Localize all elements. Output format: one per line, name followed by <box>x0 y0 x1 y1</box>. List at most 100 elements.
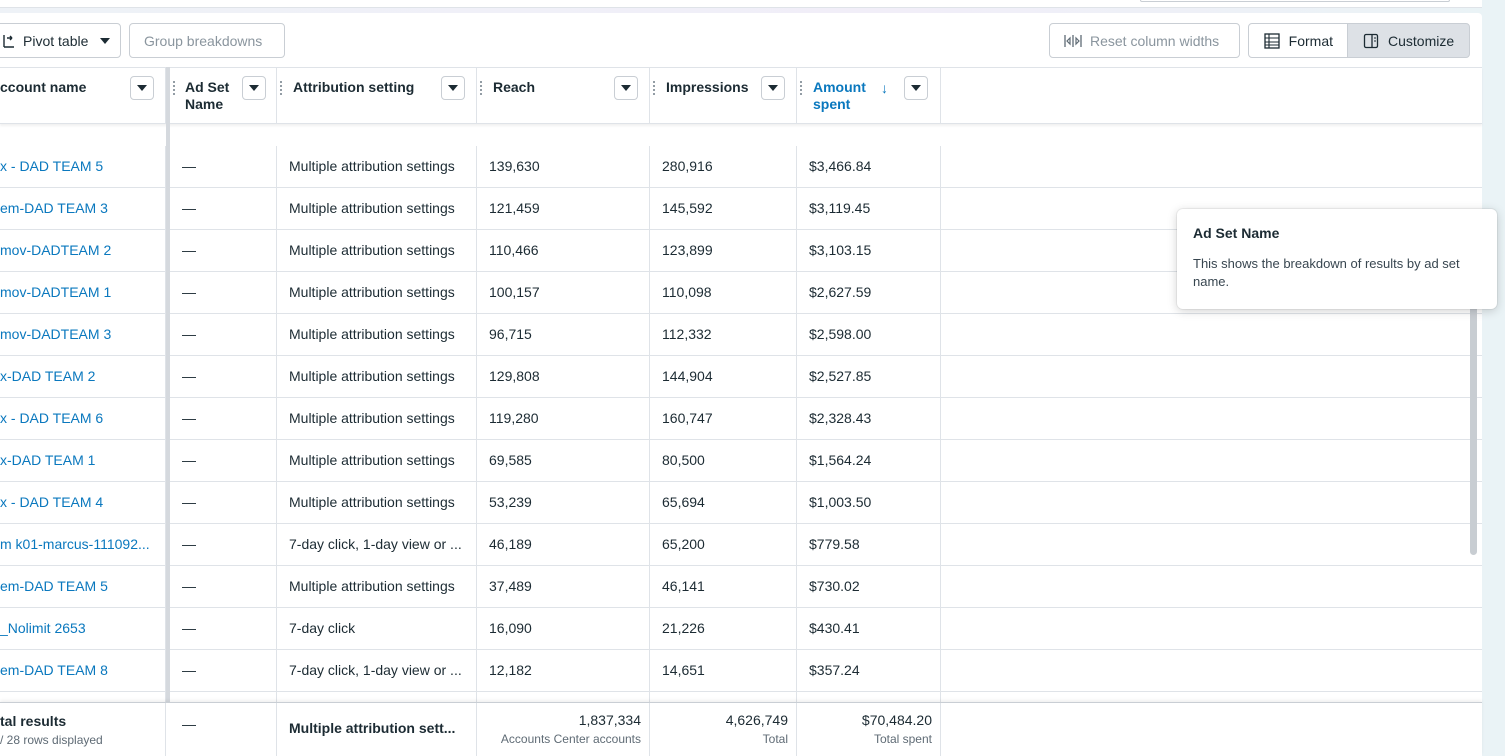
ad-set-name-cell: — <box>170 356 277 397</box>
tooltip-title: Ad Set Name <box>1193 225 1280 241</box>
table-row[interactable]: em-DAD TEAM 8—7-day click, 1-day view or… <box>0 650 1482 692</box>
attribution-setting-cell: 7-day click, 1-day view or ... <box>277 524 477 565</box>
reach-cell: 96,715 <box>477 314 650 355</box>
reach-cell: 119,280 <box>477 398 650 439</box>
reset-column-widths-button[interactable]: Reset column widths <box>1049 23 1240 58</box>
account-name-link[interactable]: m khach 01 marcus 10 <box>0 692 166 702</box>
drag-handle-icon[interactable] <box>653 80 655 96</box>
amount-spent-cell: $2,527.85 <box>797 356 941 397</box>
reach-cell: 139,630 <box>477 146 650 187</box>
attribution-setting-cell: Multiple attribution settings <box>277 146 477 187</box>
account-name-link[interactable]: mov-DADTEAM 1 <box>0 272 166 313</box>
column-header-amount-spent[interactable]: Amount spent ↓ <box>797 68 941 123</box>
column-menu-button[interactable] <box>130 76 154 100</box>
attribution-setting-cell: Multiple attribution settings <box>277 566 477 607</box>
ad-set-name-cell: — <box>170 440 277 481</box>
vertical-scrollbar[interactable] <box>1470 300 1477 555</box>
account-name-link[interactable]: m k01-marcus-111092... <box>0 524 166 565</box>
drag-handle-icon[interactable] <box>173 80 175 96</box>
pivot-table-label: Pivot table <box>23 32 89 49</box>
account-name-link[interactable]: _Nolimit 2653 <box>0 608 166 649</box>
attribution-setting-cell: 7-day click, 1-day view or ... <box>277 692 477 702</box>
reach-cell: 100,157 <box>477 272 650 313</box>
account-name-link[interactable]: x-DAD TEAM 1 <box>0 440 166 481</box>
totals-ad-set-cell: — <box>170 703 277 756</box>
column-header-label: ccount name <box>0 79 87 95</box>
account-name-link[interactable]: x - DAD TEAM 5 <box>0 146 166 187</box>
reach-cell: 69,585 <box>477 440 650 481</box>
drag-handle-icon[interactable] <box>800 80 802 96</box>
account-name-link[interactable]: x - DAD TEAM 4 <box>0 482 166 523</box>
impressions-cell: 21,163 <box>650 692 797 702</box>
impressions-cell: 160,747 <box>650 398 797 439</box>
column-header-impressions[interactable]: Impressions <box>650 68 797 123</box>
column-header-ad-set-name[interactable]: Ad Set Name <box>170 68 277 123</box>
account-name-link[interactable]: em-DAD TEAM 8 <box>0 650 166 691</box>
ad-set-name-cell: — <box>170 314 277 355</box>
ad-set-name-cell: — <box>170 608 277 649</box>
reach-cell: 16,090 <box>477 608 650 649</box>
amount-spent-cell: $241.35 <box>797 692 941 702</box>
customize-label: Customize <box>1388 32 1455 49</box>
column-header-label: Ad Set Name <box>185 79 230 112</box>
chevron-down-icon <box>448 85 458 91</box>
drag-handle-icon[interactable] <box>480 80 482 96</box>
account-name-link[interactable]: mov-DADTEAM 2 <box>0 230 166 271</box>
impressions-cell: 65,200 <box>650 524 797 565</box>
column-header-reach[interactable]: Reach <box>477 68 650 123</box>
totals-attribution-cell: Multiple attribution sett... <box>277 703 477 756</box>
table-row[interactable]: m k01-marcus-111092... —7-day click, 1-da… <box>0 524 1482 566</box>
table-row[interactable]: m khach 01 marcus 10 —7-day click, 1-day … <box>0 692 1482 702</box>
customize-button[interactable]: Customize <box>1347 23 1470 58</box>
table-toolbar: Pivot table Group breakdowns Reset colum… <box>0 13 1482 67</box>
table-row[interactable]: x-DAD TEAM 1— Multiple attribution settin… <box>0 440 1482 482</box>
column-resize-icon <box>1064 32 1082 50</box>
attribution-setting-cell: 7-day click, 1-day view or ... <box>277 650 477 691</box>
sort-descending-icon[interactable]: ↓ <box>881 80 888 97</box>
column-header-account-name[interactable]: ccount name <box>0 68 166 123</box>
table-row[interactable]: x - DAD TEAM 5— Multiple attribution sett… <box>0 146 1482 188</box>
frozen-column-divider[interactable] <box>166 67 170 756</box>
column-header-attribution-setting[interactable]: Attribution setting <box>277 68 477 123</box>
table-row[interactable]: mov-DADTEAM 3— Multiple attribution setti… <box>0 314 1482 356</box>
account-name-link[interactable]: x-DAD TEAM 2 <box>0 356 166 397</box>
account-name-link[interactable]: em-DAD TEAM 3 <box>0 188 166 229</box>
reach-cell: 46,189 <box>477 524 650 565</box>
account-name-link[interactable]: x - DAD TEAM 6 <box>0 398 166 439</box>
group-breakdowns-button[interactable]: Group breakdowns <box>129 23 285 58</box>
column-header-label: Amount spent <box>813 79 866 112</box>
column-menu-button[interactable] <box>441 76 465 100</box>
column-menu-button[interactable] <box>614 76 638 100</box>
table-row[interactable]: x-DAD TEAM 2— Multiple attribution settin… <box>0 356 1482 398</box>
pivot-icon <box>1 32 15 50</box>
pivot-table-button[interactable]: Pivot table <box>0 23 121 58</box>
column-header-label: Attribution setting <box>293 79 415 95</box>
amount-spent-cell: $3,103.15 <box>797 230 941 271</box>
table-row[interactable]: em-DAD TEAM 5— Multiple attribution setti… <box>0 566 1482 608</box>
totals-impressions-value: 4,626,749 <box>725 712 788 728</box>
column-info-tooltip: Ad Set Name This shows the breakdown of … <box>1177 209 1497 309</box>
drag-handle-icon[interactable] <box>280 80 282 96</box>
reach-cell: 12,182 <box>477 650 650 691</box>
table-row[interactable]: x - DAD TEAM 4— Multiple attribution sett… <box>0 482 1482 524</box>
ad-set-name-cell: — <box>170 398 277 439</box>
column-menu-button[interactable] <box>242 76 266 100</box>
chevron-down-icon <box>911 85 921 91</box>
impressions-cell: 145,592 <box>650 188 797 229</box>
format-button[interactable]: Format <box>1248 23 1348 58</box>
attribution-setting-cell: Multiple attribution settings <box>277 356 477 397</box>
account-name-link[interactable]: mov-DADTEAM 3 <box>0 314 166 355</box>
totals-ad-set-value: — <box>182 716 196 732</box>
account-name-link[interactable]: em-DAD TEAM 5 <box>0 566 166 607</box>
attribution-setting-cell: Multiple attribution settings <box>277 398 477 439</box>
reach-cell: 110,466 <box>477 230 650 271</box>
totals-impressions-caption: Total <box>762 732 788 746</box>
table-row[interactable]: _Nolimit 2653—7-day click 16,090 21,226 $43… <box>0 608 1482 650</box>
column-menu-button[interactable] <box>904 76 928 100</box>
totals-reach-caption: Accounts Center accounts <box>500 732 641 746</box>
table-row[interactable]: x - DAD TEAM 6— Multiple attribution sett… <box>0 398 1482 440</box>
ad-set-name-cell: — <box>170 272 277 313</box>
ad-set-name-cell: — <box>170 566 277 607</box>
totals-amount-spent-value: $70,484.20 <box>861 712 932 728</box>
column-menu-button[interactable] <box>761 76 785 100</box>
